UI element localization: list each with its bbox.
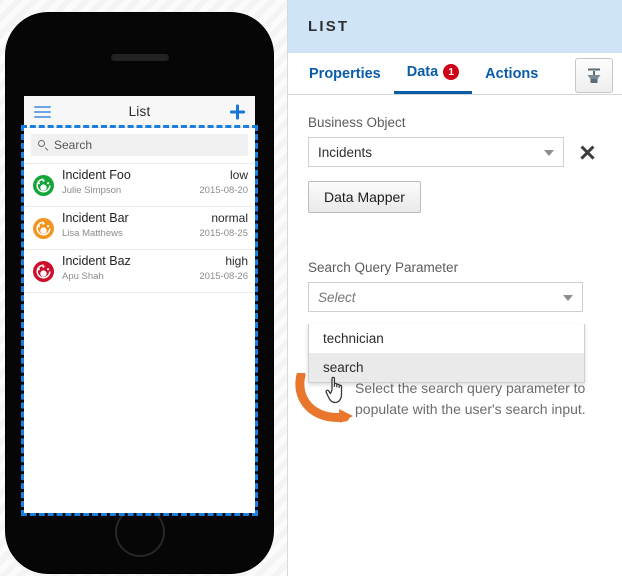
hint-text: Select the search query parameter to pop… <box>355 380 586 417</box>
business-object-group: Business Object Incidents Data Mapper <box>308 115 602 213</box>
chevron-down-icon <box>544 150 554 156</box>
list-item[interactable]: Incident Bar normal Lisa Matthews 2015-0… <box>24 207 255 250</box>
list-item-date: 2015-08-25 <box>199 228 248 239</box>
page-title: LIST <box>308 18 350 35</box>
search-query-parameter-select[interactable]: Select <box>308 282 583 312</box>
plus-icon[interactable] <box>230 104 245 119</box>
chevron-down-icon <box>563 295 573 301</box>
list-item-date: 2015-08-26 <box>199 271 248 282</box>
phone-speaker-grill <box>110 54 169 61</box>
mobile-app-bar: List <box>24 96 255 128</box>
business-object-value: Incidents <box>318 144 373 160</box>
search-input[interactable]: Search <box>31 134 248 156</box>
device-preview-pane: List Search Incident Foo low Julie Simps… <box>0 0 287 576</box>
data-mapper-label: Data Mapper <box>324 189 405 205</box>
phone-screen: List Search Incident Foo low Julie Simps… <box>24 96 255 513</box>
search-query-parameter-dropdown[interactable]: technician search <box>308 324 585 383</box>
panel-tabbar: Properties Data 1 Actions <box>288 53 622 95</box>
gauge-icon <box>33 261 54 282</box>
close-x-icon[interactable] <box>578 143 596 161</box>
search-query-parameter-group: Search Query Parameter Select <box>308 260 602 312</box>
mobile-search-container: Search <box>24 128 255 164</box>
tab-data[interactable]: Data 1 <box>393 53 473 94</box>
dropdown-option-search[interactable]: search <box>309 353 584 382</box>
list-item-priority: normal <box>211 211 248 225</box>
tab-properties[interactable]: Properties <box>296 53 394 94</box>
list-item[interactable]: Incident Baz high Apu Shah 2015-08-26 <box>24 250 255 293</box>
tab-data-label: Data <box>406 64 439 80</box>
panel-header: LIST <box>288 0 622 53</box>
phone-mockup: List Search Incident Foo low Julie Simps… <box>6 13 273 573</box>
search-query-parameter-label: Search Query Parameter <box>308 260 459 275</box>
data-mapper-button[interactable]: Data Mapper <box>308 181 421 213</box>
business-object-select[interactable]: Incidents <box>308 137 564 167</box>
business-object-row: Incidents <box>308 137 602 167</box>
properties-panel: LIST Properties Data 1 Actions Business … <box>287 0 622 576</box>
gauge-icon <box>33 218 54 239</box>
dropdown-option-technician[interactable]: technician <box>309 324 584 353</box>
list-item-priority: low <box>229 168 248 182</box>
tab-actions[interactable]: Actions <box>472 53 551 94</box>
list-item-user: Apu Shah <box>62 271 104 282</box>
list-item-date: 2015-08-20 <box>199 185 248 196</box>
gauge-icon <box>33 175 54 196</box>
list-item-user: Julie Simpson <box>62 185 122 196</box>
list-item[interactable]: Incident Foo low Julie Simpson 2015-08-2… <box>24 164 255 207</box>
app-root: List Search Incident Foo low Julie Simps… <box>0 0 622 576</box>
list-item-user: Lisa Matthews <box>62 228 123 239</box>
search-placeholder-text: Search <box>54 138 93 152</box>
list-item-title: Incident Bar <box>62 211 129 225</box>
phone-home-button[interactable] <box>114 507 165 557</box>
list-item-title: Incident Foo <box>62 168 131 182</box>
hand-pointer-cursor <box>325 376 343 404</box>
list-item-title: Incident Baz <box>62 254 131 268</box>
tab-properties-label: Properties <box>309 65 381 82</box>
business-object-label: Business Object <box>308 115 406 130</box>
tab-actions-label: Actions <box>485 65 539 82</box>
collapse-into-box-icon[interactable] <box>575 58 613 93</box>
search-query-parameter-value: Select <box>318 289 356 305</box>
panel-body: Business Object Incidents Data Mapper Se… <box>288 95 622 312</box>
status-badge: 1 <box>443 64 460 80</box>
mobile-app-title: List <box>128 104 151 119</box>
hamburger-menu-icon[interactable] <box>34 105 51 118</box>
dropdown-option-technician-label: technician <box>323 331 384 346</box>
list-item-priority: high <box>225 254 248 268</box>
search-icon <box>38 139 49 151</box>
